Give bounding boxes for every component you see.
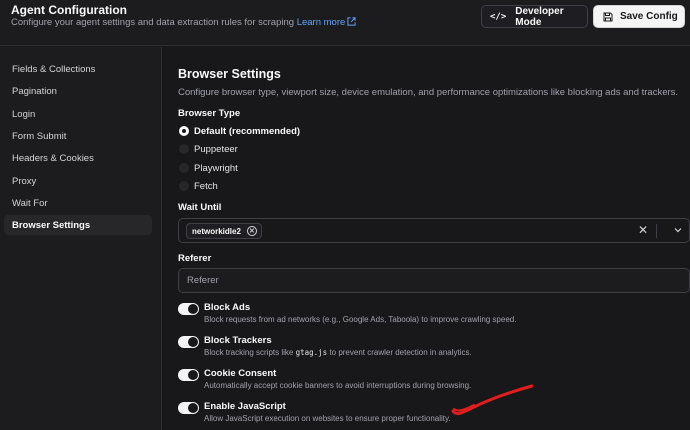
toggle-cookie-consent: Cookie Consent Automatically accept cook… <box>178 368 678 394</box>
desc-text: Block tracking scripts like <box>204 348 296 357</box>
chevron-down-icon[interactable] <box>673 225 683 235</box>
toggle-knob <box>188 403 198 413</box>
toggle-switch[interactable] <box>178 402 199 414</box>
desc-code: gtag.js <box>295 348 328 357</box>
save-icon <box>603 12 613 21</box>
sidebar-item-label: Headers & Cookies <box>12 152 94 164</box>
toggle-knob <box>188 304 198 314</box>
section-description: Configure browser type, viewport size, d… <box>178 87 679 98</box>
sidebar-item-login[interactable]: Login <box>4 104 152 124</box>
code-icon: </> <box>490 11 507 22</box>
toggle-description: Block requests from ad networks (e.g., G… <box>204 315 517 324</box>
sidebar-item-fields-collections[interactable]: Fields & Collections <box>4 59 152 79</box>
browser-type-label: Browser Type <box>178 108 241 119</box>
toggle-knob <box>188 370 198 380</box>
clear-icon[interactable]: ✕ <box>638 223 648 237</box>
sidebar-item-pagination[interactable]: Pagination <box>4 81 152 101</box>
sidebar-item-wait-for[interactable]: Wait For <box>4 193 152 213</box>
page-title: Agent Configuration <box>11 3 127 17</box>
toggle-switch[interactable] <box>178 303 199 315</box>
save-config-button[interactable]: Save Config <box>593 5 685 28</box>
toggle-title: Block Trackers <box>204 335 272 346</box>
learn-more-label: Learn more <box>296 17 346 28</box>
radio-label: Default (recommended) <box>194 125 301 137</box>
radio-label: Puppeteer <box>194 143 238 155</box>
radio-label: Playwright <box>194 162 238 174</box>
sidebar-item-label: Login <box>12 108 36 120</box>
sidebar-item-proxy[interactable]: Proxy <box>4 171 152 191</box>
toggle-description: Allow JavaScript execution on websites t… <box>204 414 451 423</box>
chip-label: networkidle2 <box>192 226 241 236</box>
developer-mode-label: Developer Mode <box>515 5 564 28</box>
select-divider <box>656 224 657 238</box>
sidebar-item-label: Wait For <box>12 197 48 209</box>
save-config-label: Save Config <box>620 11 678 22</box>
section-title: Browser Settings <box>178 67 281 81</box>
desc-text: to prevent crawler detection in analytic… <box>327 348 472 357</box>
toggle-knob <box>188 337 198 347</box>
radio-fetch[interactable]: Fetch <box>179 179 218 193</box>
developer-mode-button[interactable]: </> Developer Mode <box>481 5 588 28</box>
referer-input[interactable] <box>178 268 690 293</box>
wait-until-chip: networkidle2 ✕ <box>186 223 262 239</box>
toggle-block-ads: Block Ads Block requests from ad network… <box>178 302 678 328</box>
toggle-switch[interactable] <box>178 369 199 381</box>
sidebar: Fields & Collections Pagination Login Fo… <box>0 47 162 430</box>
header: Agent Configuration Configure your agent… <box>0 0 690 46</box>
toggle-block-trackers: Block Trackers Block tracking scripts li… <box>178 335 678 361</box>
page-subtitle: Configure your agent settings and data e… <box>11 17 356 28</box>
radio-button <box>179 181 189 191</box>
external-link-icon <box>347 17 356 26</box>
radio-puppeteer[interactable]: Puppeteer <box>179 142 238 156</box>
toggle-enable-javascript: Enable JavaScript Allow JavaScript execu… <box>178 401 678 427</box>
learn-more-link[interactable]: Learn more <box>297 17 357 28</box>
sidebar-item-label: Pagination <box>12 85 57 97</box>
sidebar-item-form-submit[interactable]: Form Submit <box>4 126 152 146</box>
toggle-description: Block tracking scripts like gtag.js to p… <box>204 348 472 357</box>
toggle-switch[interactable] <box>178 336 199 348</box>
radio-button <box>179 144 189 154</box>
radio-button <box>179 126 189 136</box>
main-content: Browser Settings Configure browser type,… <box>163 47 690 430</box>
radio-default[interactable]: Default (recommended) <box>179 124 300 138</box>
sidebar-item-label: Form Submit <box>12 130 67 142</box>
subtitle-text: Configure your agent settings and data e… <box>11 17 295 28</box>
referer-label: Referer <box>178 253 212 264</box>
radio-button <box>179 163 189 173</box>
sidebar-item-label: Proxy <box>12 175 37 187</box>
red-annotation-stroke <box>451 384 534 416</box>
sidebar-item-label: Fields & Collections <box>12 63 96 75</box>
toggle-title: Block Ads <box>204 302 251 313</box>
close-icon[interactable]: ✕ <box>246 226 257 236</box>
toggle-title: Cookie Consent <box>204 368 277 379</box>
wait-until-label: Wait Until <box>178 202 222 213</box>
sidebar-item-headers-cookies[interactable]: Headers & Cookies <box>4 148 152 168</box>
sidebar-item-label: Browser Settings <box>12 219 91 231</box>
sidebar-item-browser-settings[interactable]: Browser Settings <box>4 215 152 235</box>
radio-playwright[interactable]: Playwright <box>179 161 238 175</box>
toggle-description: Automatically accept cookie banners to a… <box>204 381 472 390</box>
toggle-title: Enable JavaScript <box>204 401 286 412</box>
wait-until-select[interactable]: networkidle2 ✕ ✕ <box>178 218 690 243</box>
radio-label: Fetch <box>194 180 218 192</box>
